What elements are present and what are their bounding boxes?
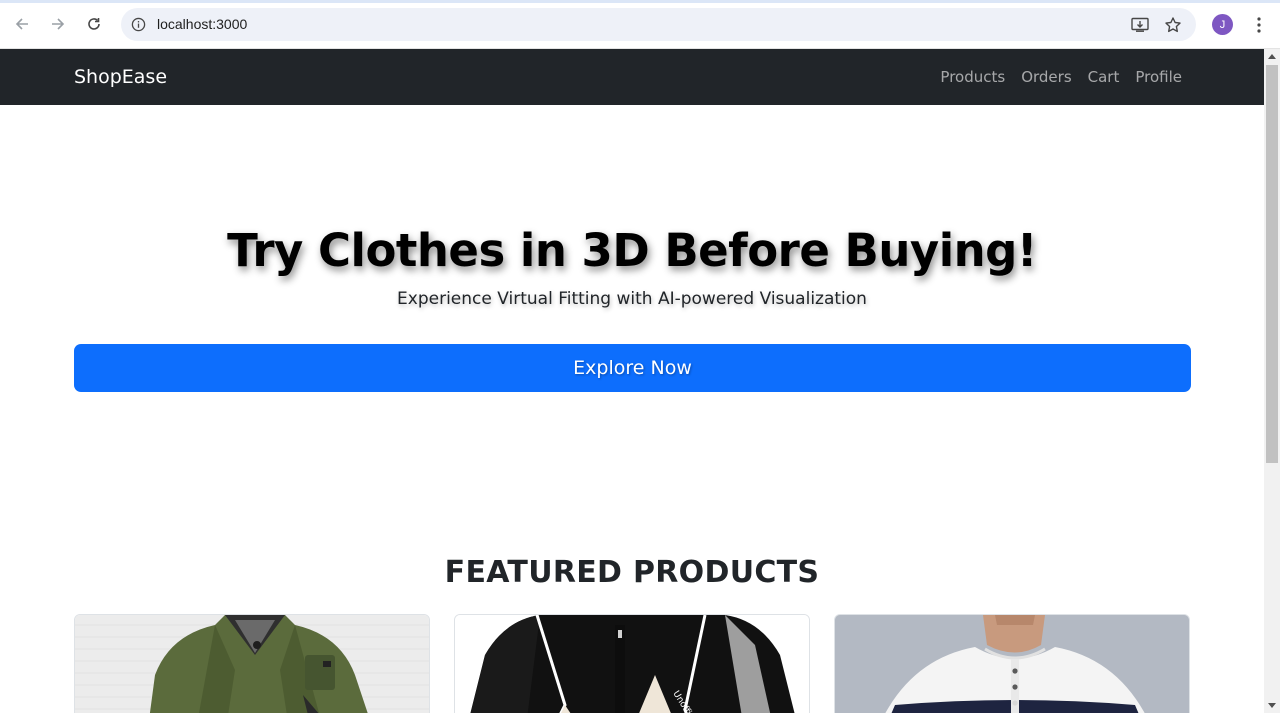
product-image-olive-jacket <box>75 615 429 713</box>
page-load-progress <box>0 0 1280 3</box>
nav-link-products[interactable]: Products <box>940 67 1005 87</box>
avatar-initial: J <box>1219 18 1226 31</box>
nav-link-profile[interactable]: Profile <box>1135 67 1182 87</box>
site-navbar: ShopEase Products Orders Cart Profile <box>0 49 1264 105</box>
product-card[interactable] <box>74 614 430 713</box>
bookmark-star-icon[interactable] <box>1162 14 1184 36</box>
scrollbar-thumb[interactable] <box>1266 65 1278 463</box>
install-app-icon[interactable] <box>1129 14 1151 36</box>
page-scrollbar[interactable] <box>1264 49 1280 713</box>
reload-icon[interactable] <box>82 12 106 36</box>
page-viewport: ShopEase Products Orders Cart Profile Tr… <box>0 49 1264 713</box>
product-card[interactable] <box>834 614 1190 713</box>
nav-link-orders[interactable]: Orders <box>1021 67 1071 87</box>
hero-title: Try Clothes in 3D Before Buying! <box>227 224 1037 277</box>
explore-now-button[interactable]: Explore Now <box>74 344 1191 392</box>
back-arrow-icon[interactable] <box>10 12 34 36</box>
product-card[interactable]: Unofficial <box>454 614 810 713</box>
product-image-windbreaker: Unofficial <box>455 615 809 713</box>
forward-arrow-icon[interactable] <box>46 12 70 36</box>
nav-links: Products Orders Cart Profile <box>940 67 1182 87</box>
scroll-down-arrow-icon[interactable] <box>1268 703 1276 708</box>
product-image-henley <box>835 615 1189 713</box>
nav-link-cart[interactable]: Cart <box>1088 67 1120 87</box>
browser-toolbar: localhost:3000 J <box>0 0 1280 49</box>
site-info-icon[interactable] <box>130 16 147 33</box>
address-bar[interactable]: localhost:3000 <box>121 8 1196 41</box>
url-text[interactable]: localhost:3000 <box>157 16 247 33</box>
brand-logo[interactable]: ShopEase <box>74 65 167 89</box>
profile-avatar[interactable]: J <box>1212 14 1233 35</box>
hero-subtitle: Experience Virtual Fitting with AI-power… <box>397 289 867 309</box>
featured-products-title: FEATURED PRODUCTS <box>444 555 820 590</box>
menu-kebab-icon[interactable] <box>1249 13 1269 37</box>
scroll-up-arrow-icon[interactable] <box>1268 54 1276 59</box>
